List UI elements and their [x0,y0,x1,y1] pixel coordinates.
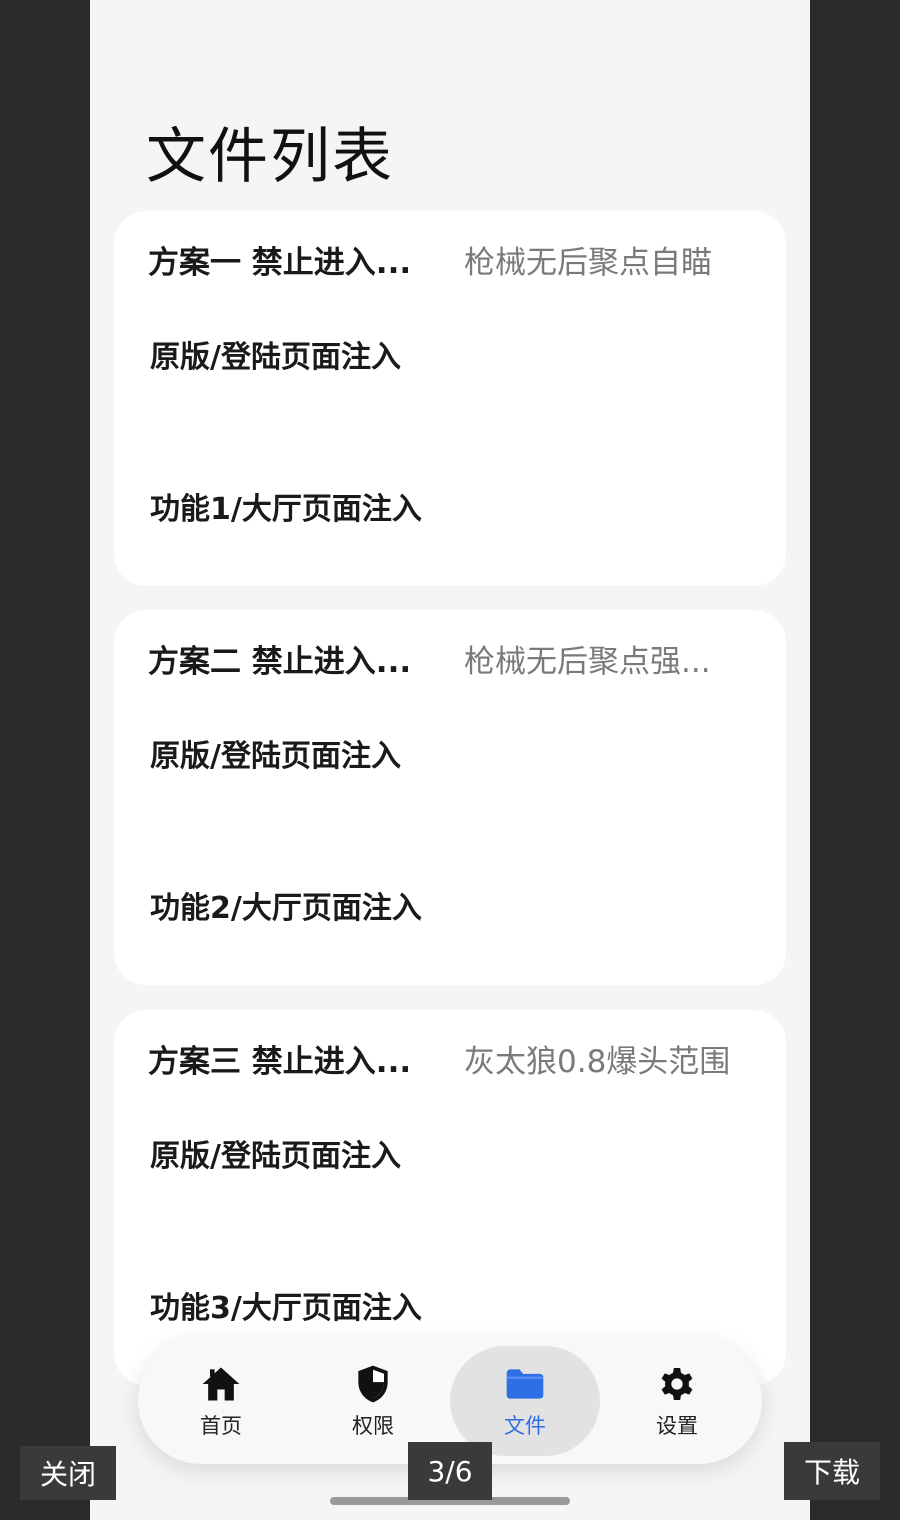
app-screen: 文件列表 方案一 禁止进入... 枪械无后聚点自瞄 原版/登陆页面注入 功能1/… [90,0,810,1520]
folder-icon [506,1369,544,1399]
card-header: 方案一 禁止进入... 枪械无后聚点自瞄 [148,239,758,281]
card-subtitle: 灰太狼0.8爆头范围 [464,1043,731,1080]
nav-label-files: 文件 [504,1414,546,1438]
file-item-feature-2[interactable]: 功能2/大厅页面注入 [150,883,422,927]
nav-item-files[interactable]: 文件 [450,1346,600,1456]
card-subtitle: 枪械无后聚点自瞄 [464,244,712,281]
shield-icon [358,1365,388,1403]
file-card-2: 方案二 禁止进入... 枪械无后聚点强... 原版/登陆页面注入 功能2/大厅页… [114,610,786,985]
card-title: 方案一 禁止进入... [148,244,412,281]
card-header: 方案三 禁止进入... 灰太狼0.8爆头范围 [148,1038,758,1080]
card-subtitle: 枪械无后聚点强... [464,643,711,680]
card-title: 方案三 禁止进入... [148,1043,412,1080]
page-title: 文件列表 [146,122,394,192]
file-item-original-2[interactable]: 原版/登陆页面注入 [150,731,401,775]
file-item-feature-3[interactable]: 功能3/大厅页面注入 [150,1283,422,1327]
close-button[interactable]: 关闭 [20,1446,116,1500]
page-indicator: 3/6 [408,1442,492,1500]
nav-item-settings[interactable]: 设置 [602,1346,752,1456]
nav-label-home: 首页 [200,1414,242,1438]
file-card-3: 方案三 禁止进入... 灰太狼0.8爆头范围 原版/登陆页面注入 功能3/大厅页… [114,1010,786,1385]
file-item-original-1[interactable]: 原版/登陆页面注入 [150,332,401,376]
card-header: 方案二 禁止进入... 枪械无后聚点强... [148,638,758,680]
nav-item-home[interactable]: 首页 [146,1346,296,1456]
nav-item-permissions[interactable]: 权限 [298,1346,448,1456]
file-card-1: 方案一 禁止进入... 枪械无后聚点自瞄 原版/登陆页面注入 功能1/大厅页面注… [114,211,786,586]
file-item-original-3[interactable]: 原版/登陆页面注入 [150,1131,401,1175]
file-item-feature-1[interactable]: 功能1/大厅页面注入 [150,484,422,528]
nav-label-permissions: 权限 [352,1414,394,1438]
gear-icon [661,1368,693,1400]
nav-label-settings: 设置 [656,1414,698,1438]
home-icon [202,1367,240,1401]
card-title: 方案二 禁止进入... [148,643,412,680]
download-button[interactable]: 下载 [784,1442,880,1500]
